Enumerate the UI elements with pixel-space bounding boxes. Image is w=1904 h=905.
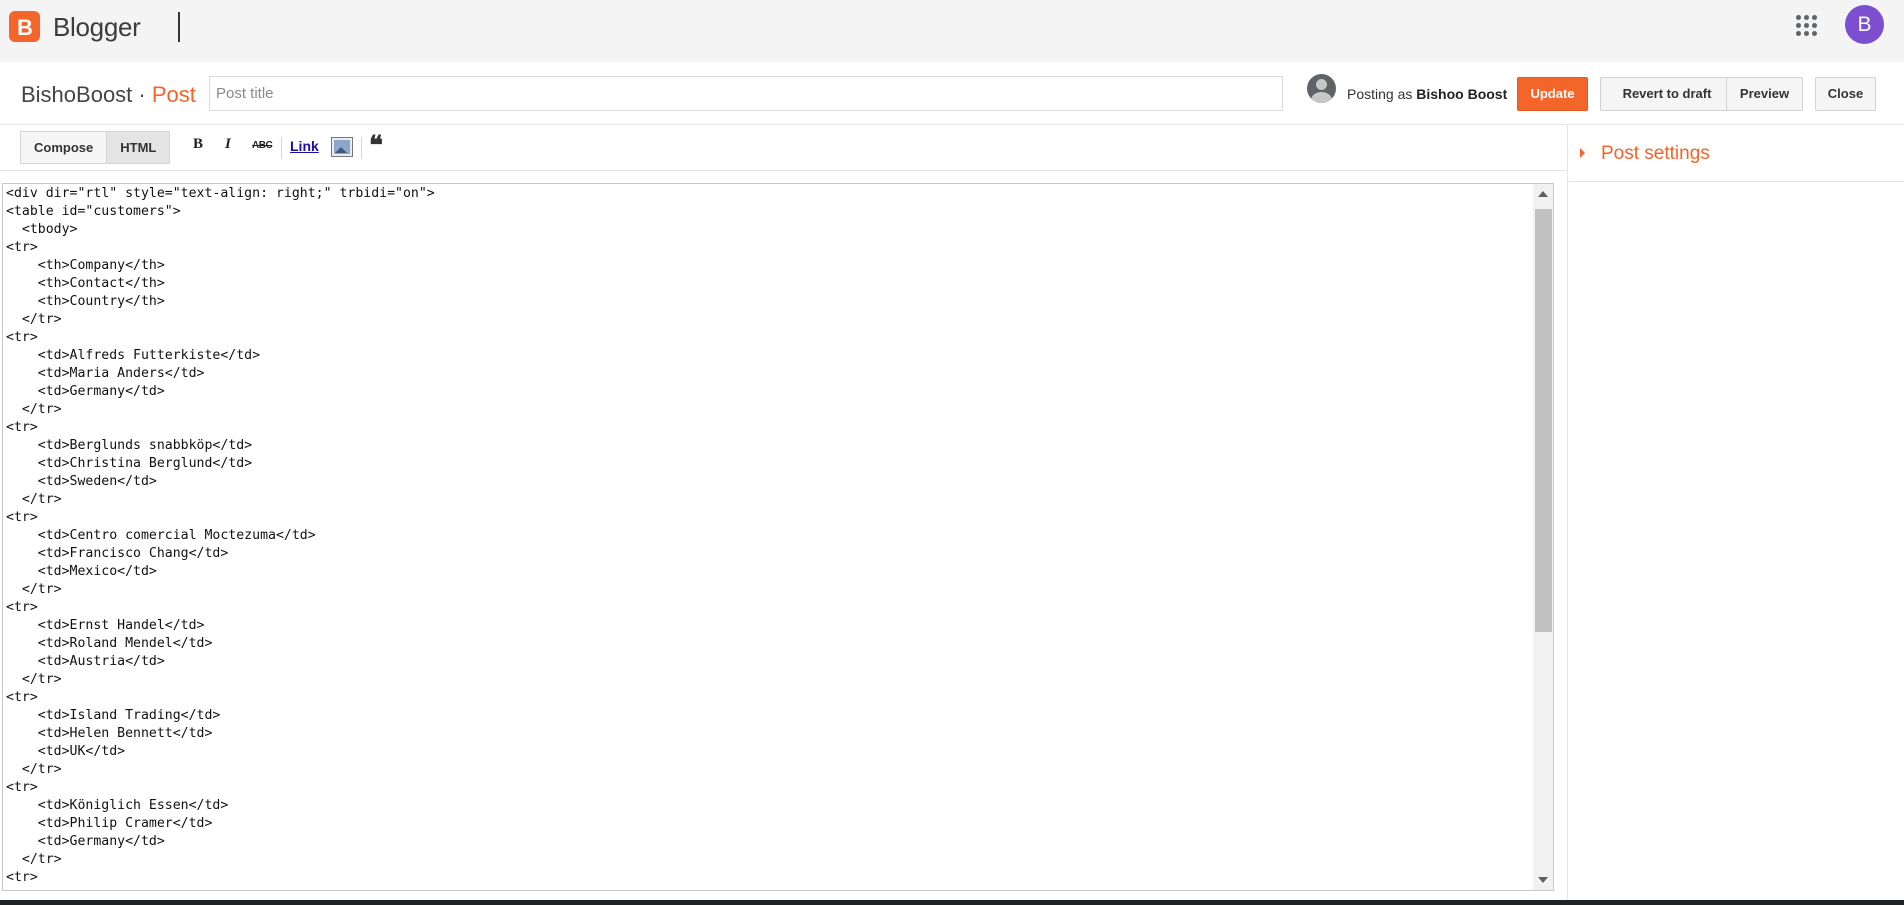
quote-icon[interactable]: ❝: [369, 131, 383, 160]
apps-grid-icon[interactable]: [1796, 14, 1818, 36]
bold-button[interactable]: B: [193, 136, 203, 158]
update-button[interactable]: Update: [1517, 77, 1588, 111]
post-title-input[interactable]: [209, 76, 1283, 111]
tab-compose[interactable]: Compose: [21, 132, 106, 163]
breadcrumb-separator: ·: [132, 82, 152, 107]
scroll-up-icon[interactable]: [1538, 191, 1548, 197]
toolbar-divider: [361, 137, 362, 159]
editor-area: <div dir="rtl" style="text-align: right;…: [0, 171, 1568, 905]
caret-right-icon: [1580, 148, 1585, 158]
app-name[interactable]: Blogger: [53, 12, 141, 43]
scroll-thumb[interactable]: [1535, 209, 1552, 632]
post-settings-title: Post settings: [1601, 143, 1710, 164]
poster-avatar-icon: [1307, 74, 1336, 103]
insert-image-icon[interactable]: [331, 137, 353, 157]
toolbar-divider: [281, 137, 282, 159]
editor-scrollbar[interactable]: [1533, 184, 1553, 890]
close-button[interactable]: Close: [1815, 77, 1876, 111]
italic-button[interactable]: I: [225, 136, 231, 158]
revert-to-draft-button[interactable]: Revert to draft: [1600, 77, 1734, 111]
taskbar-strip: [0, 900, 1904, 905]
mode-tabs: Compose HTML: [20, 131, 171, 164]
posting-as-label: Posting as Bishoo Boost: [1347, 86, 1507, 102]
blogger-logo-icon[interactable]: B: [9, 11, 40, 42]
posting-as-prefix: Posting as: [1347, 86, 1413, 102]
logo-letter: B: [17, 15, 33, 40]
scroll-down-icon[interactable]: [1538, 877, 1548, 883]
editor-toolbar: Compose HTML B I ABC Link ❝: [0, 125, 1568, 171]
link-button[interactable]: Link: [290, 138, 319, 160]
app-bar-divider: [178, 12, 180, 42]
app-bar: B Blogger B: [0, 0, 1904, 62]
settings-panel: Post settings: [1569, 125, 1904, 905]
breadcrumb-post: Post: [151, 82, 196, 107]
posting-as-name: Bishoo Boost: [1416, 86, 1508, 102]
post-settings-header[interactable]: Post settings: [1569, 125, 1904, 182]
blog-name[interactable]: BishoBoost: [21, 82, 132, 107]
strikethrough-button[interactable]: ABC: [252, 140, 273, 162]
breadcrumb: BishoBoost · Post: [21, 82, 196, 108]
tab-html[interactable]: HTML: [106, 132, 170, 163]
account-avatar[interactable]: B: [1845, 5, 1884, 44]
html-code[interactable]: <div dir="rtl" style="text-align: right;…: [6, 185, 435, 887]
preview-button[interactable]: Preview: [1726, 77, 1803, 111]
html-editor[interactable]: <div dir="rtl" style="text-align: right;…: [2, 183, 1554, 891]
post-header: BishoBoost · Post Posting as Bishoo Boos…: [0, 62, 1904, 125]
